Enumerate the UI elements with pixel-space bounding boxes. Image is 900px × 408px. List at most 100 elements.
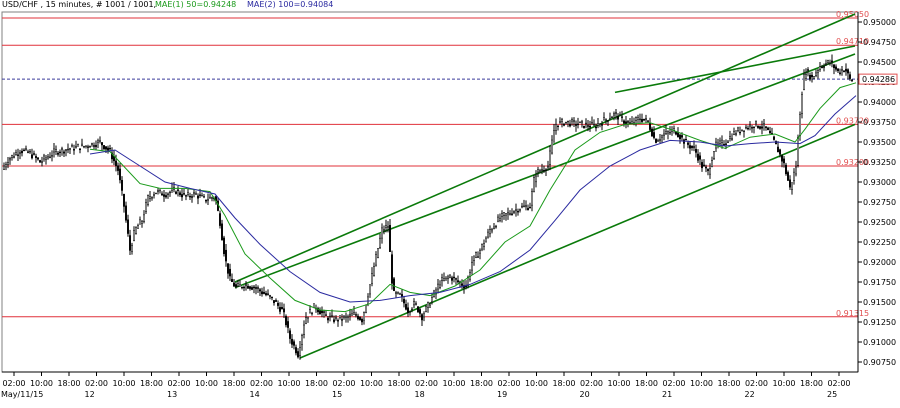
candle-body (341, 319, 343, 321)
candle-body (365, 304, 367, 313)
candle-body (67, 148, 69, 151)
time-tick-label: 10:00 (30, 379, 53, 388)
candle-body (591, 122, 593, 125)
candle-body (405, 304, 407, 310)
candle-body (769, 130, 771, 134)
candle-body (209, 196, 211, 199)
candle-body (239, 284, 241, 287)
candle-body (155, 192, 157, 195)
candle-body (329, 315, 331, 318)
candle-body (801, 94, 803, 114)
candle-body (705, 166, 707, 169)
candle-body (747, 127, 749, 130)
price-tick-label: 0.93750 (863, 118, 896, 127)
candle-body (731, 138, 733, 140)
candle-body (221, 223, 223, 241)
candle-body (789, 179, 791, 188)
candle-body (27, 151, 29, 153)
candle-body (69, 148, 71, 150)
candle-body (179, 192, 181, 196)
candle-body (61, 148, 63, 150)
candle-body (737, 127, 739, 131)
candle-body (379, 237, 381, 249)
candle-body (603, 117, 605, 121)
candle-body (485, 237, 487, 243)
header-symbol: USD/CHF , 15 minutes, # 1001 / 1001, (2, 0, 156, 9)
candle-body (525, 205, 527, 207)
candle-body (345, 315, 347, 318)
candle-body (381, 227, 383, 239)
candle-body (343, 316, 345, 318)
time-tick-label: 10:00 (772, 379, 795, 388)
candle-body (563, 124, 565, 126)
candle-body (555, 124, 557, 131)
candle-body (713, 151, 715, 159)
candle-body (721, 139, 723, 143)
candle-body (125, 205, 127, 221)
candle-body (645, 118, 647, 120)
candle-body (109, 147, 111, 150)
candle-body (57, 152, 59, 155)
candle-body (91, 142, 93, 145)
candle-body (139, 219, 141, 225)
candle-body (417, 306, 419, 313)
candle-body (135, 227, 137, 234)
candle-body (29, 150, 31, 153)
candle-body (79, 148, 81, 151)
candle-body (639, 118, 641, 121)
candle-body (679, 134, 681, 140)
candle-body (355, 314, 357, 316)
candle-body (749, 124, 751, 127)
candle-body (657, 140, 659, 142)
time-tick-label: 18:00 (140, 379, 163, 388)
candle-body (63, 151, 65, 154)
candle-body (17, 154, 19, 156)
candle-body (407, 307, 409, 313)
candle-body (843, 70, 845, 73)
candle-body (815, 72, 817, 76)
price-tick-label: 0.92500 (863, 218, 896, 227)
time-tick-label: 10:00 (360, 379, 383, 388)
candle-body (755, 121, 757, 124)
candle-body (201, 195, 203, 197)
candle-body (153, 194, 155, 196)
candle-body (571, 119, 573, 122)
candle-body (791, 182, 793, 190)
candle-body (829, 62, 831, 64)
candle-body (349, 313, 351, 317)
date-label: 14 (250, 390, 260, 399)
candle-body (805, 74, 807, 79)
time-tick-label: 18:00 (387, 379, 410, 388)
candle-body (827, 60, 829, 63)
candle-body (147, 195, 149, 205)
time-tick-label: 10:00 (195, 379, 218, 388)
candle-body (51, 155, 53, 157)
candle-body (303, 324, 305, 335)
candle-body (763, 123, 765, 126)
forex-chart: 0.950500.947100.937200.932000.91315 0.95… (0, 0, 900, 408)
candle-body (759, 126, 761, 129)
candle-body (471, 261, 473, 271)
candle-body (635, 117, 637, 121)
candle-body (141, 220, 143, 224)
candle-body (277, 302, 279, 306)
time-tick-label: 02:00 (745, 379, 768, 388)
candle-body (375, 254, 377, 266)
time-tick-label: 10:00 (112, 379, 135, 388)
candle-body (457, 280, 459, 283)
candle-body (131, 244, 133, 252)
candle-body (21, 150, 23, 154)
candle-body (41, 160, 43, 163)
candle-body (519, 209, 521, 211)
candle-body (661, 135, 663, 138)
candle-body (719, 140, 721, 144)
candle-body (33, 153, 35, 155)
candle-body (411, 308, 413, 311)
candle-body (627, 121, 629, 123)
candle-body (39, 160, 41, 163)
candle-body (389, 225, 391, 252)
candle-body (373, 266, 375, 276)
candle-body (725, 143, 727, 145)
current-price-label: 0.94286 (862, 75, 895, 84)
candle-body (427, 301, 429, 308)
